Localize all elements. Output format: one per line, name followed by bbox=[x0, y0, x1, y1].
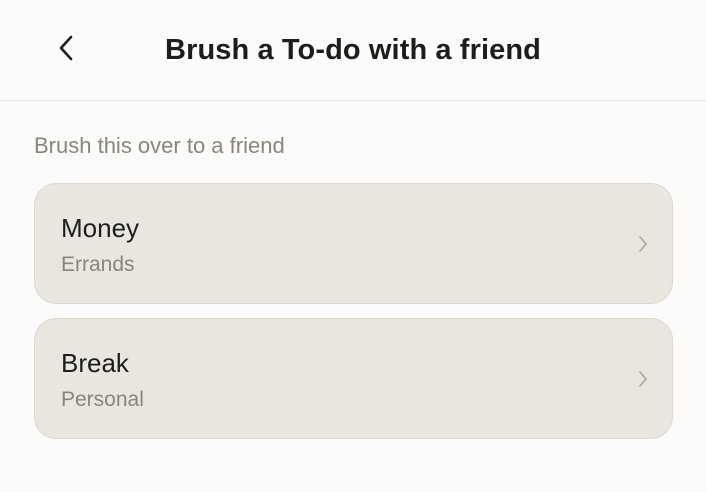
list-item-break[interactable]: Break Personal bbox=[34, 318, 673, 439]
list-item-title: Money bbox=[61, 213, 140, 243]
list-item-title: Break bbox=[61, 348, 129, 378]
chevron-right-icon bbox=[636, 234, 650, 254]
list-item-subtitle: Personal bbox=[61, 388, 144, 411]
screen: Brush a To-do with a friend Brush this o… bbox=[0, 0, 706, 492]
section-label: Brush this over to a friend bbox=[34, 133, 285, 158]
page-title: Brush a To-do with a friend bbox=[165, 34, 541, 66]
list-item-subtitle: Errands bbox=[61, 253, 135, 276]
chevron-right-icon bbox=[636, 369, 650, 389]
list-item-money[interactable]: Money Errands bbox=[34, 183, 673, 304]
header-bar: Brush a To-do with a friend bbox=[0, 0, 706, 101]
